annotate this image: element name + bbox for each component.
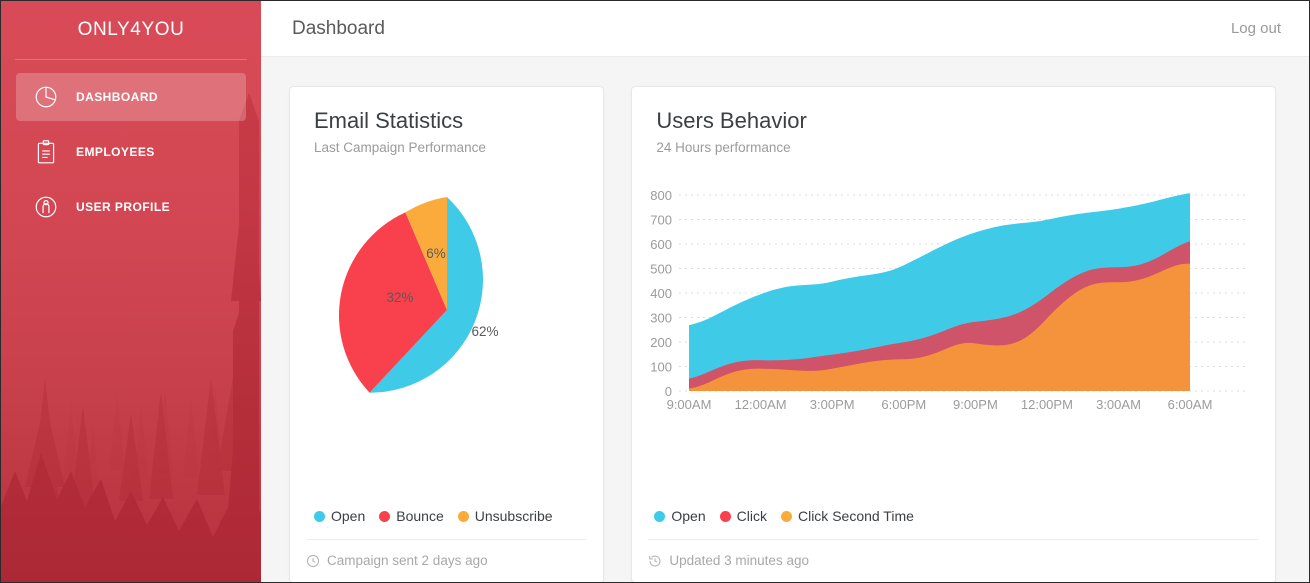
legend-item-click[interactable]: Click [719, 508, 767, 524]
legend-label: Click Second Time [797, 508, 914, 524]
svg-text:600: 600 [651, 237, 673, 252]
sidebar: ONLY4YOU DASHBOARD EMPLOYEES USER PROFIL… [1, 1, 261, 582]
clipboard-icon [31, 137, 61, 167]
legend-item-open[interactable]: Open [654, 508, 706, 524]
dashboard-app: ONLY4YOU DASHBOARD EMPLOYEES USER PROFIL… [0, 0, 1310, 583]
sidebar-item-label: USER PROFILE [76, 200, 171, 214]
pie-label-unsubscribe: 6% [426, 246, 446, 261]
svg-text:200: 200 [651, 335, 673, 350]
email-card-footer: Campaign sent 2 days ago [306, 539, 588, 568]
svg-text:700: 700 [651, 213, 673, 228]
users-footer-text: Updated 3 minutes ago [669, 553, 809, 568]
legend-label: Unsubscribe [474, 508, 553, 524]
svg-text:800: 800 [651, 188, 673, 203]
email-statistics-card: Email Statistics Last Campaign Performan… [289, 86, 605, 582]
clock-icon [306, 554, 320, 568]
person-icon [31, 192, 61, 222]
logout-button[interactable]: Log out [1231, 20, 1281, 37]
email-footer-text: Campaign sent 2 days ago [327, 553, 488, 568]
svg-text:12:00PM: 12:00PM [1021, 397, 1073, 412]
legend-dot-icon [457, 510, 469, 522]
legend-label: Bounce [396, 508, 444, 524]
svg-text:6:00PM: 6:00PM [882, 397, 927, 412]
main-area: Dashboard Log out Email Statistics Last … [261, 1, 1309, 582]
history-icon [648, 554, 662, 568]
pie-chart-icon [31, 82, 61, 112]
pie-label-open: 62% [471, 324, 498, 339]
email-card-title: Email Statistics [314, 108, 464, 133]
page-title: Dashboard [292, 17, 385, 39]
legend-item-click-second-time[interactable]: Click Second Time [780, 508, 914, 524]
svg-text:100: 100 [651, 360, 673, 375]
content-area: Email Statistics Last Campaign Performan… [261, 57, 1309, 582]
legend-dot-icon [379, 510, 391, 522]
sidebar-item-dashboard[interactable]: DASHBOARD [16, 73, 246, 121]
svg-text:9:00AM: 9:00AM [667, 397, 712, 412]
sidebar-item-employees[interactable]: EMPLOYEES [16, 128, 246, 176]
sidebar-item-label: EMPLOYEES [76, 145, 155, 159]
sidebar-nav: DASHBOARD EMPLOYEES USER PROFILE [1, 73, 261, 238]
email-pie-chart[interactable]: 62% 32% 6% [290, 190, 603, 430]
svg-text:3:00AM: 3:00AM [1096, 397, 1141, 412]
svg-text:12:00AM: 12:00AM [735, 397, 787, 412]
svg-text:6:00AM: 6:00AM [1168, 397, 1213, 412]
legend-dot-icon [719, 510, 731, 522]
chart-x-axis: 9:00AM 12:00AM 3:00PM 6:00PM 9:00PM 12:0… [667, 397, 1213, 412]
users-area-chart[interactable]: 800 700 600 500 400 300 200 100 0 9:00AM… [632, 187, 1282, 417]
chart-y-axis: 800 700 600 500 400 300 200 100 0 [651, 188, 673, 399]
users-card-footer: Updated 3 minutes ago [648, 539, 1259, 568]
users-card-header: Users Behavior 24 Hours performance [632, 87, 1275, 155]
legend-dot-icon [654, 510, 666, 522]
svg-text:300: 300 [651, 311, 673, 326]
topbar: Dashboard Log out [261, 1, 1309, 57]
sidebar-item-label: DASHBOARD [76, 90, 159, 104]
brand-divider [15, 59, 247, 60]
svg-text:500: 500 [651, 262, 673, 277]
legend-dot-icon [314, 510, 325, 522]
brand-title: ONLY4YOU [77, 19, 185, 40]
email-card-header: Email Statistics Last Campaign Performan… [290, 87, 603, 155]
legend-label: Open [671, 508, 706, 524]
legend-item-open[interactable]: Open [314, 508, 365, 524]
svg-text:400: 400 [651, 286, 673, 301]
users-card-subtitle: 24 Hours performance [656, 139, 791, 155]
sidebar-item-user-profile[interactable]: USER PROFILE [16, 183, 246, 231]
legend-dot-icon [780, 510, 792, 522]
legend-label: Click [736, 508, 767, 524]
email-card-subtitle: Last Campaign Performance [314, 139, 486, 155]
legend-label: Open [331, 508, 366, 524]
users-card-title: Users Behavior [656, 108, 807, 133]
users-chart-legend: Open Click Click Second Time [654, 508, 928, 524]
users-behavior-card: Users Behavior 24 Hours performance 800 … [631, 86, 1276, 582]
svg-text:9:00PM: 9:00PM [953, 397, 998, 412]
legend-item-unsubscribe[interactable]: Unsubscribe [457, 508, 553, 524]
legend-item-bounce[interactable]: Bounce [379, 508, 444, 524]
svg-text:3:00PM: 3:00PM [810, 397, 855, 412]
pie-label-bounce: 32% [386, 290, 413, 305]
email-chart-legend: Open Bounce Unsubscribe [314, 508, 567, 524]
